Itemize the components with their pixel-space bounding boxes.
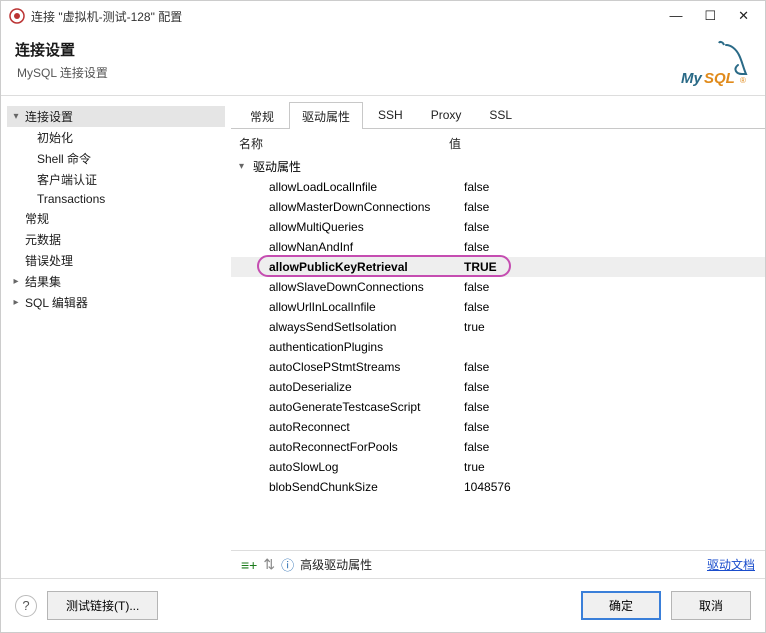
info-icon: ⓘ [281,555,294,574]
property-row[interactable]: allowUrlInLocalInfilefalse [231,297,765,317]
app-icon [9,8,25,24]
title-bar: 连接 "虚拟机-测试-128" 配置 — ☐ ✕ [1,1,765,31]
property-name: autoClosePStmtStreams [269,358,464,376]
property-row[interactable]: autoSlowLogtrue [231,457,765,477]
property-name: blobSendChunkSize [269,478,464,496]
dialog-header: 连接设置 MySQL 连接设置 My SQL ® [1,31,765,96]
close-button[interactable]: ✕ [738,8,749,24]
property-row[interactable]: autoDeserializefalse [231,377,765,397]
property-value[interactable]: false [464,358,761,376]
property-value[interactable]: false [464,398,761,416]
minimize-button[interactable]: — [669,8,682,24]
chevron-right-icon[interactable]: ▸ [10,276,22,287]
property-row[interactable]: autoReconnectForPoolsfalse [231,437,765,457]
test-connection-button[interactable]: 测试链接(T)... [47,591,158,620]
sidebar: ▾ 连接设置 初始化Shell 命令客户端认证Transactions 常规元数… [1,96,231,578]
property-row[interactable]: alwaysSendSetIsolationtrue [231,317,765,337]
property-value[interactable]: false [464,198,761,216]
tab-常规[interactable]: 常规 [237,102,287,129]
property-name: allowPublicKeyRetrieval [269,258,464,276]
property-group-row[interactable]: ▾ 驱动属性 [231,156,765,177]
property-name: allowNanAndInf [269,238,464,256]
property-row[interactable]: autoReconnectfalse [231,417,765,437]
property-row[interactable]: allowPublicKeyRetrievalTRUE [231,257,765,277]
property-value[interactable]: false [464,178,761,196]
add-property-icon[interactable]: ≡+ [241,557,257,573]
property-name: autoSlowLog [269,458,464,476]
property-row[interactable]: allowLoadLocalInfilefalse [231,177,765,197]
property-row[interactable]: autoGenerateTestcaseScriptfalse [231,397,765,417]
sort-icon[interactable]: ⇅ [263,556,275,573]
property-name: alwaysSendSetIsolation [269,318,464,336]
property-value[interactable]: false [464,418,761,436]
property-table[interactable]: ▾ 驱动属性 allowLoadLocalInfilefalseallowMas… [231,156,765,550]
property-row[interactable]: allowNanAndInffalse [231,237,765,257]
property-name: autoReconnectForPools [269,438,464,456]
help-icon[interactable]: ? [15,595,37,617]
property-name: autoDeserialize [269,378,464,396]
dialog-footer: ? 测试链接(T)... 确定 取消 [1,578,765,632]
chevron-right-icon[interactable]: ▸ [10,297,22,308]
property-row[interactable]: allowMasterDownConnectionsfalse [231,197,765,217]
property-name: allowUrlInLocalInfile [269,298,464,316]
property-value[interactable]: true [464,318,761,336]
property-name: allowMasterDownConnections [269,198,464,216]
property-name: autoGenerateTestcaseScript [269,398,464,416]
tab-驱动属性[interactable]: 驱动属性 [289,102,363,129]
ok-button[interactable]: 确定 [581,591,661,620]
window-title: 连接 "虚拟机-测试-128" 配置 [31,8,669,25]
driver-docs-link[interactable]: 驱动文档 [707,556,755,573]
maximize-button[interactable]: ☐ [704,8,716,24]
property-row[interactable]: authenticationPlugins [231,337,765,357]
svg-text:My: My [681,70,702,87]
mysql-logo-icon: My SQL ® [676,39,751,89]
property-value[interactable]: false [464,298,761,316]
sidebar-item-connection-settings[interactable]: ▾ 连接设置 [7,106,225,127]
property-value[interactable]: false [464,218,761,236]
property-row[interactable]: allowMultiQueriesfalse [231,217,765,237]
sidebar-item-l3-0[interactable]: ▸结果集 [7,271,225,292]
property-name: autoReconnect [269,418,464,436]
svg-text:SQL: SQL [704,70,735,87]
property-value[interactable]: false [464,278,761,296]
sidebar-item-2[interactable]: 客户端认证 [7,169,225,190]
tab-SSL[interactable]: SSL [476,102,525,129]
tab-SSH[interactable]: SSH [365,102,416,129]
property-name: allowSlaveDownConnections [269,278,464,296]
column-header-value[interactable]: 值 [449,135,761,152]
property-name: allowLoadLocalInfile [269,178,464,196]
sidebar-item-l2-0[interactable]: 常规 [7,208,225,229]
header-subtitle: MySQL 连接设置 [15,64,676,81]
property-value[interactable]: true [464,458,761,476]
property-row[interactable]: allowSlaveDownConnectionsfalse [231,277,765,297]
tab-Proxy[interactable]: Proxy [418,102,475,129]
sidebar-item-3[interactable]: Transactions [7,190,225,208]
tab-bar: 常规驱动属性SSHProxySSL [231,102,765,129]
property-row[interactable]: autoClosePStmtStreamsfalse [231,357,765,377]
property-name: allowMultiQueries [269,218,464,236]
header-title: 连接设置 [15,39,676,60]
advanced-properties-label[interactable]: 高级驱动属性 [300,556,701,573]
property-name: authenticationPlugins [269,338,464,356]
property-value[interactable]: false [464,438,761,456]
sidebar-item-1[interactable]: Shell 命令 [7,148,225,169]
property-value[interactable]: false [464,238,761,256]
sidebar-item-l2-1[interactable]: 元数据 [7,229,225,250]
property-value[interactable]: false [464,378,761,396]
sidebar-item-l2-2[interactable]: 错误处理 [7,250,225,271]
sidebar-item-l3-1[interactable]: ▸SQL 编辑器 [7,292,225,313]
cancel-button[interactable]: 取消 [671,591,751,620]
chevron-down-icon[interactable]: ▾ [10,111,22,122]
chevron-down-icon[interactable]: ▾ [239,161,253,172]
property-table-header: 名称 值 [231,129,765,156]
column-header-name[interactable]: 名称 [239,135,449,152]
svg-text:®: ® [740,76,746,85]
property-value[interactable]: 1048576 [464,478,761,496]
property-row[interactable]: blobSendChunkSize1048576 [231,477,765,497]
property-value[interactable]: TRUE [464,258,761,276]
sidebar-item-0[interactable]: 初始化 [7,127,225,148]
property-footer: ≡+ ⇅ ⓘ 高级驱动属性 驱动文档 [231,550,765,578]
